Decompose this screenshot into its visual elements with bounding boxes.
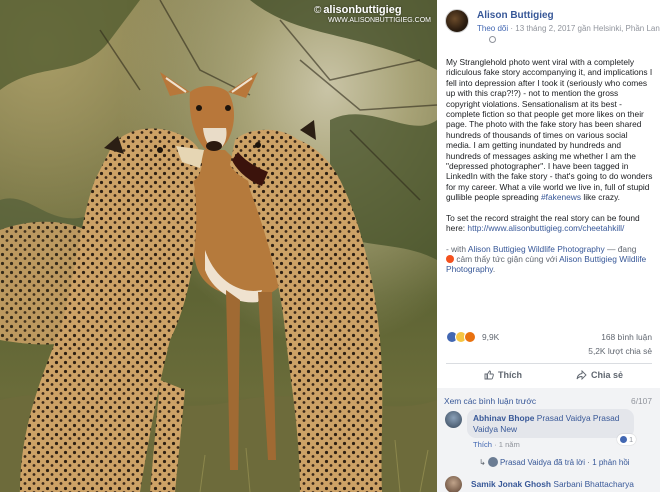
- author-name[interactable]: Alison Buttigieg: [477, 10, 554, 21]
- post-paragraph-2: To set the record straight the real stor…: [446, 213, 654, 234]
- comment-bubble: Abhinav Bhope Prasad Vaidya Prasad Vaidy…: [467, 409, 634, 438]
- post-header: Alison Buttigieg Theo dõi · 13 tháng 2, …: [445, 9, 660, 49]
- copyright-symbol: ©: [313, 5, 322, 16]
- post-panel: Alison Buttigieg Theo dõi · 13 tháng 2, …: [437, 0, 660, 492]
- reply-count: 1 phản hồi: [592, 458, 630, 467]
- comment-like-count: 1: [629, 435, 634, 444]
- reply-avatar: [487, 457, 498, 467]
- comment-like-badge[interactable]: 1: [617, 434, 637, 445]
- angry-emoji-icon: [446, 254, 454, 263]
- commenter-name[interactable]: Abhinav Bhope: [473, 413, 534, 423]
- view-previous-comments-link[interactable]: Xem các bình luận trước: [444, 396, 536, 406]
- comment-separator: ·: [492, 440, 499, 449]
- watermark: © alisonbuttigieg WWW.ALISONBUTTIGIEG.COM: [314, 5, 431, 26]
- post-paragraph-1: My Stranglehold photo went viral with a …: [446, 57, 654, 203]
- like-label: Thích: [498, 370, 522, 380]
- share-arrow-icon: [576, 369, 587, 381]
- post-timestamp[interactable]: 13 tháng 2, 2017 gần Helsinki, Phần Lan: [515, 24, 660, 33]
- with-prefix: - with: [446, 243, 468, 254]
- share-label: Chia sẻ: [591, 370, 624, 380]
- cheetah-photo-illustration: [0, 0, 437, 492]
- angry-reaction-icon: [464, 331, 476, 343]
- reply-arrow-icon: ↳: [479, 458, 486, 467]
- like-button[interactable]: Thích: [484, 370, 522, 380]
- with-line: - with Alison Buttigieg Wildlife Photogr…: [446, 244, 654, 275]
- story-link[interactable]: http://www.alisonbuttigieg.com/cheetahki…: [467, 223, 624, 233]
- reply-summary[interactable]: ↳ Prasad Vaidya đã trả lời · 1 phản hồi: [479, 457, 630, 467]
- feeling-end: .: [492, 264, 496, 275]
- commenter-avatar[interactable]: [445, 411, 462, 428]
- post-actions: Thích Chia sẻ: [446, 365, 652, 387]
- thumbs-up-icon: [484, 370, 494, 380]
- comment-actions: Thích · 1 năm: [473, 440, 520, 449]
- cheetah-background: [0, 221, 110, 345]
- post-stats: 9,9K 168 bình luận 5,2K lượt chia sẻ: [446, 330, 652, 360]
- feeling-line2: cảm thấy tức giận cùng với: [454, 253, 560, 264]
- comments-page-count: 6/107: [631, 396, 652, 406]
- reply-name: Prasad Vaidya: [499, 458, 552, 467]
- globe-icon: [489, 36, 496, 43]
- comments-section: Xem các bình luận trước 6/107 Abhinav Bh…: [437, 388, 660, 492]
- post-body: My Stranglehold photo went viral with a …: [446, 57, 654, 285]
- post-meta: Theo dõi · 13 tháng 2, 2017 gần Helsinki…: [477, 24, 660, 33]
- divider: [446, 363, 652, 364]
- like-badge-icon: [620, 436, 627, 443]
- paragraph1-text: My Stranglehold photo went viral with a …: [446, 57, 653, 203]
- commenter-avatar-2[interactable]: [445, 476, 462, 492]
- reply-text: đã trả lời: [551, 458, 586, 467]
- paragraph1-end: like crazy.: [581, 192, 620, 203]
- shares-count[interactable]: 5,2K lượt chia sẻ: [588, 346, 652, 356]
- feeling-text: — đang: [604, 243, 637, 254]
- comment-2-header: Samik Jonak Ghosh Sarbani Bhattacharya: [471, 479, 634, 489]
- watermark-url: WWW.ALISONBUTTIGIEG.COM: [327, 17, 431, 24]
- comment-time[interactable]: 1 năm: [499, 440, 520, 449]
- comments-count[interactable]: 168 bình luận: [601, 332, 652, 342]
- follow-link[interactable]: Theo dõi: [477, 24, 508, 33]
- author-avatar[interactable]: [445, 9, 469, 33]
- reactions-count[interactable]: 9,9K: [482, 332, 499, 342]
- comment-2-tags[interactable]: Sarbani Bhattacharya: [553, 479, 634, 489]
- with-page-link[interactable]: Alison Buttigieg Wildlife Photography: [468, 244, 605, 254]
- post-photo[interactable]: © alisonbuttigieg WWW.ALISONBUTTIGIEG.COM: [0, 0, 437, 492]
- comment-like-link[interactable]: Thích: [473, 440, 492, 449]
- hashtag-link[interactable]: #fakenews: [541, 192, 581, 202]
- watermark-name: alisonbuttigieg: [323, 4, 402, 16]
- commenter-name-2[interactable]: Samik Jonak Ghosh: [471, 479, 551, 489]
- share-button[interactable]: Chia sẻ: [576, 369, 624, 381]
